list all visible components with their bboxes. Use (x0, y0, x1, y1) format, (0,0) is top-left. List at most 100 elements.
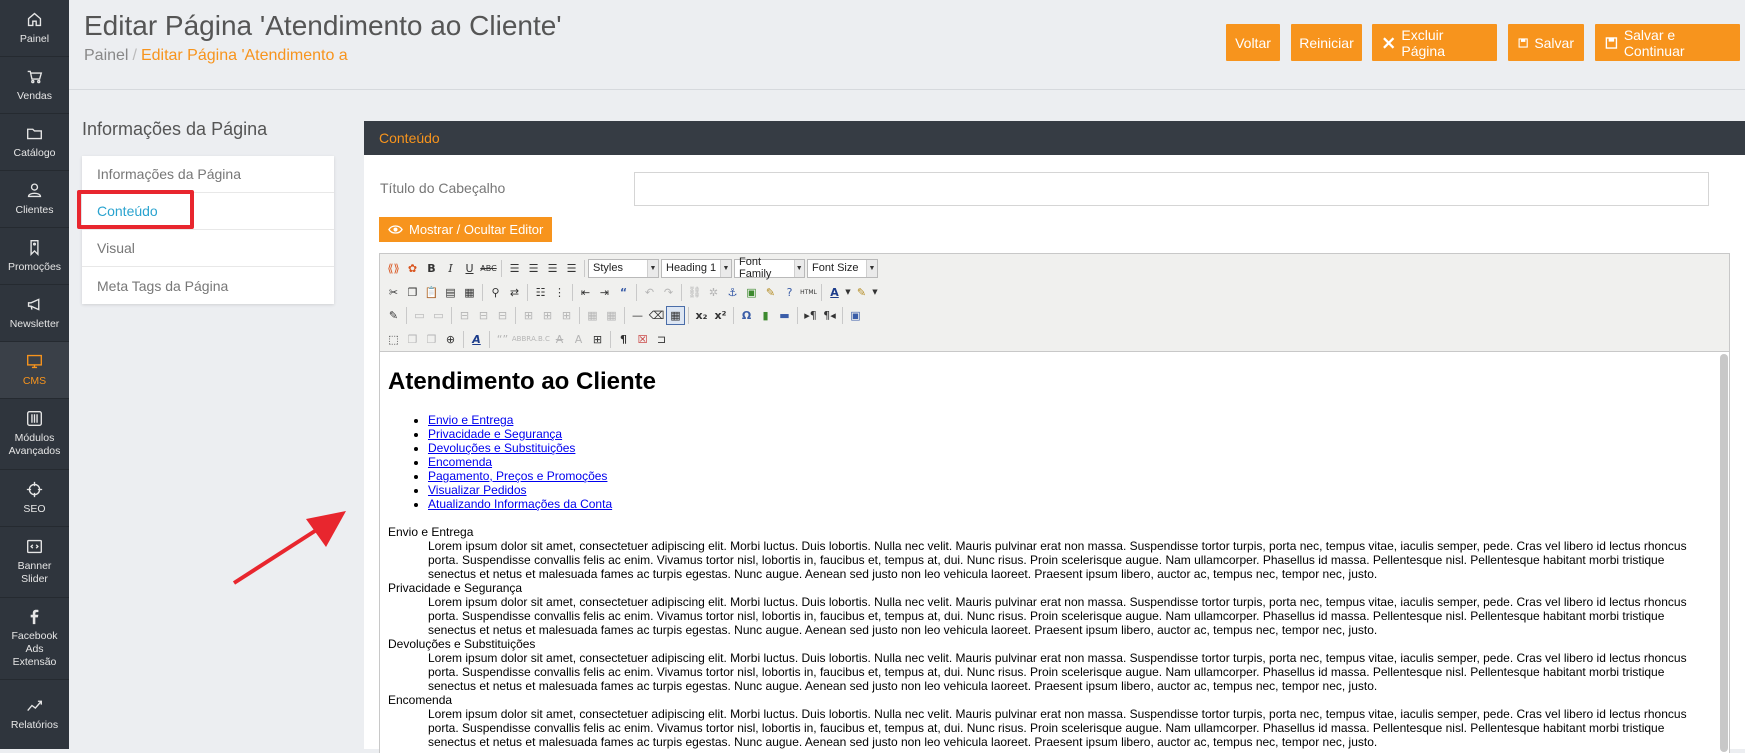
cut-icon[interactable]: ✂ (384, 283, 403, 302)
document-link[interactable]: Devoluções e Substituições (428, 441, 575, 455)
sidebar-item-newsletter[interactable]: Newsletter (0, 285, 69, 342)
move-backward-icon[interactable]: ❐ (422, 330, 441, 349)
sidebar-item-vendas[interactable]: Vendas (0, 57, 69, 114)
delete-row-icon[interactable]: ⊟ (493, 306, 512, 325)
numbered-list-icon[interactable]: ⋮ (550, 283, 569, 302)
replace-icon[interactable]: ⇄ (505, 283, 524, 302)
heading-title-input[interactable] (634, 172, 1709, 206)
edit-form-icon[interactable]: ✎ (384, 306, 403, 325)
paste-icon[interactable]: 📋 (422, 283, 441, 302)
special-char-icon[interactable]: Ω (737, 306, 756, 325)
superscript-icon[interactable]: x² (711, 306, 730, 325)
merge-cells-icon[interactable]: ▦ (602, 306, 621, 325)
delete-col-icon[interactable]: ⊞ (557, 306, 576, 325)
align-right-icon[interactable]: ☰ (543, 259, 562, 278)
sidebar-item-modulos[interactable]: Módulos Avançados (0, 399, 69, 470)
split-cells-icon[interactable]: ▦ (583, 306, 602, 325)
save-and-continue-button[interactable]: Salvar e Continuar (1595, 24, 1740, 61)
page-break-icon[interactable]: ⊐ (652, 330, 671, 349)
background-color-icon[interactable]: ✎ (852, 283, 871, 302)
indent-icon[interactable]: ⇥ (595, 283, 614, 302)
insert-col-after-icon[interactable]: ⊞ (538, 306, 557, 325)
visual-chars-icon[interactable]: ¶ (614, 330, 633, 349)
insert-row-before-icon[interactable]: ⊟ (455, 306, 474, 325)
document-link[interactable]: Envio e Entrega (428, 413, 513, 427)
sidebar-item-catalogo[interactable]: Catálogo (0, 114, 69, 171)
help-icon[interactable]: ? (780, 283, 799, 302)
document-link[interactable]: Encomenda (428, 455, 492, 469)
cite-icon[interactable]: “” (493, 330, 512, 349)
menu-item-page-info[interactable]: Informações da Página (82, 156, 334, 193)
bullet-list-icon[interactable]: ☷ (531, 283, 550, 302)
blockquote-icon[interactable]: “ (614, 283, 633, 302)
find-icon[interactable]: ⚲ (486, 283, 505, 302)
italic-icon[interactable]: I (441, 259, 460, 278)
sidebar-item-seo[interactable]: SEO (0, 470, 69, 527)
abbreviation-icon[interactable]: A.B.C (531, 330, 550, 349)
absolute-position-icon[interactable]: ⊕ (441, 330, 460, 349)
align-center-icon[interactable]: ☰ (524, 259, 543, 278)
reset-button[interactable]: Reiniciar (1291, 24, 1362, 61)
chevron-down-icon[interactable]: ▼ (844, 283, 852, 302)
align-justify-icon[interactable]: ☰ (562, 259, 581, 278)
media-icon[interactable]: ▮ (756, 306, 775, 325)
document-link[interactable]: Atualizando Informações da Conta (428, 497, 612, 511)
sidebar-item-banner-slider[interactable]: Banner Slider (0, 527, 69, 598)
nonbreaking-icon[interactable]: ☒ (633, 330, 652, 349)
anchor-icon[interactable]: ⚓ (723, 283, 742, 302)
sidebar-item-promocoes[interactable]: Promoções (0, 228, 69, 285)
insert-col-before-icon[interactable]: ⊞ (519, 306, 538, 325)
insert-layer-icon[interactable]: ⬚ (384, 330, 403, 349)
link-icon[interactable]: ⛓ (685, 283, 704, 302)
sidebar-item-painel[interactable]: Painel (0, 0, 69, 57)
insert-variable-icon[interactable]: ✿ (403, 259, 422, 278)
sidebar-item-relatorios[interactable]: Relatórios (0, 680, 69, 749)
unlink-icon[interactable]: ✲ (704, 283, 723, 302)
cell-props-icon[interactable]: ▭ (429, 306, 448, 325)
insert-row-after-icon[interactable]: ⊟ (474, 306, 493, 325)
document-link[interactable]: Visualizar Pedidos (428, 483, 527, 497)
toggle-editor-button[interactable]: Mostrar / Ocultar Editor (379, 217, 553, 242)
style-props-icon[interactable]: A (467, 330, 486, 349)
attributes-icon[interactable]: ⊞ (588, 330, 607, 349)
bold-icon[interactable]: B (422, 259, 441, 278)
acronym-icon[interactable]: ABBR (512, 330, 531, 349)
sidebar-item-clientes[interactable]: Clientes (0, 171, 69, 228)
horizontal-rule-icon[interactable]: — (628, 306, 647, 325)
format-select[interactable]: Heading 1 ▼ (661, 258, 732, 278)
insert-text-icon[interactable]: A (569, 330, 588, 349)
menu-item-visual[interactable]: Visual (82, 230, 334, 267)
delete-page-button[interactable]: Excluir Página (1372, 24, 1497, 61)
breadcrumb-root[interactable]: Painel (84, 47, 128, 64)
sidebar-item-facebook-ads[interactable]: Facebook Ads Extensão (0, 598, 69, 680)
cleanup-icon[interactable]: ✎ (761, 283, 780, 302)
font-family-select[interactable]: Font Family ▼ (734, 256, 805, 280)
redo-icon[interactable]: ↷ (659, 283, 678, 302)
text-color-icon[interactable]: A (825, 283, 844, 302)
chevron-down-icon[interactable]: ▼ (871, 283, 879, 302)
delete-text-icon[interactable]: A (550, 330, 569, 349)
font-size-select[interactable]: Font Size ▼ (807, 258, 878, 278)
align-left-icon[interactable]: ☰ (505, 259, 524, 278)
ltr-icon[interactable]: ▸¶ (801, 306, 820, 325)
paste-text-icon[interactable]: ▤ (441, 283, 460, 302)
editor-scrollbar[interactable] (1720, 354, 1728, 752)
strikethrough-icon[interactable]: ABC (479, 259, 498, 278)
remove-format-icon[interactable]: ⌫ (647, 306, 666, 325)
underline-icon[interactable]: U (460, 259, 479, 278)
document-link[interactable]: Pagamento, Preços e Promoções (428, 469, 607, 483)
widget-icon[interactable]: ⟪⟫ (384, 259, 403, 278)
fullscreen-icon[interactable]: ▣ (846, 306, 865, 325)
copy-icon[interactable]: ❐ (403, 283, 422, 302)
editor-content-area[interactable]: Atendimento ao Cliente Envio e Entrega P… (380, 351, 1729, 753)
document-link[interactable]: Privacidade e Segurança (428, 427, 562, 441)
move-forward-icon[interactable]: ❐ (403, 330, 422, 349)
sidebar-item-cms[interactable]: CMS (0, 342, 69, 399)
table-icon[interactable]: ▦ (666, 305, 685, 325)
subscript-icon[interactable]: x₂ (692, 306, 711, 325)
html-source-icon[interactable]: HTML (799, 283, 818, 302)
embed-icon[interactable]: ▬ (775, 306, 794, 325)
undo-icon[interactable]: ↶ (640, 283, 659, 302)
save-button[interactable]: Salvar (1508, 24, 1584, 61)
rtl-icon[interactable]: ¶◂ (820, 306, 839, 325)
